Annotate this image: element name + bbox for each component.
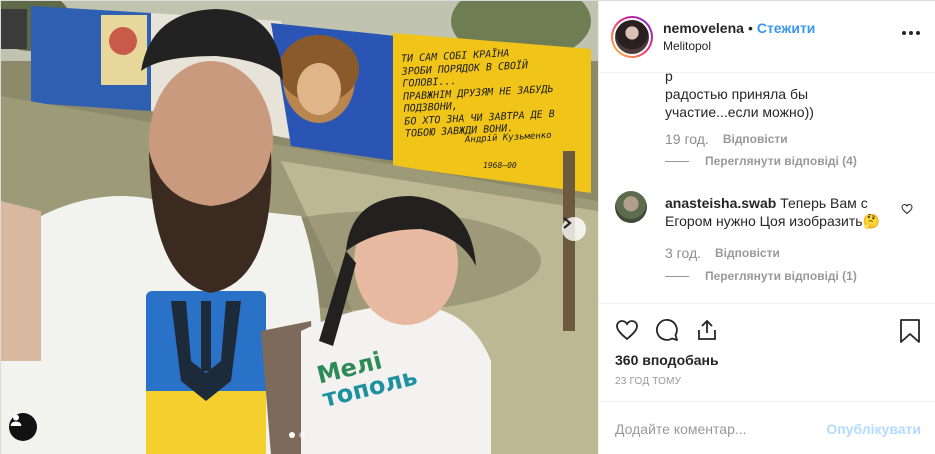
tagged-users-button[interactable] — [9, 413, 37, 441]
comment-text: р радостью приняла бы участие...если мож… — [665, 73, 814, 121]
reply-button[interactable]: Відповісти — [715, 246, 780, 260]
mural-years: 1968—00 — [483, 161, 517, 170]
author-username[interactable]: nemovelena — [663, 20, 744, 36]
separator-dot: • — [747, 20, 753, 36]
comment-meta: 19 год. Відповісти — [665, 131, 788, 147]
mural-quote: ТИ САМ СОБІ КРАЇНА ЗРОБИ ПОРЯДОК В СВОЇЙ… — [400, 48, 555, 140]
like-icon[interactable] — [615, 318, 639, 342]
comment-form: Опублікувати — [599, 401, 935, 454]
commenter-avatar[interactable] — [615, 191, 647, 223]
comment-cut-line: р — [665, 73, 673, 84]
post-dialog: ТИ САМ СОБІ КРАЇНА ЗРОБИ ПОРЯДОК В СВОЇЙ… — [0, 0, 935, 454]
view-replies-label: Переглянути відповіді (4) — [705, 154, 857, 168]
next-slide-button[interactable] — [562, 217, 586, 241]
post-side-panel: nemovelena • Стежити Melitopol р радость… — [598, 1, 935, 454]
publish-button[interactable]: Опублікувати — [826, 421, 921, 437]
comment-text-line: радостью приняла бы — [665, 86, 809, 102]
view-replies-label: Переглянути відповіді (1) — [705, 269, 857, 283]
bookmark-icon[interactable] — [899, 318, 921, 347]
likes-count[interactable]: 360 вподобань — [615, 352, 719, 368]
commenter-username[interactable]: anasteisha.swab — [665, 195, 776, 211]
comment-meta: 3 год. Відповісти — [665, 245, 780, 261]
post-location[interactable]: Melitopol — [663, 39, 815, 53]
comment-input[interactable] — [615, 420, 827, 437]
follow-button[interactable]: Стежити — [757, 20, 816, 36]
view-replies-button[interactable]: Переглянути відповіді (4) — [665, 154, 857, 168]
like-comment-icon[interactable] — [901, 203, 913, 215]
avatar-image — [615, 19, 649, 54]
slide-dot — [299, 432, 305, 438]
comment-text-line: участие...если можно)) — [665, 104, 814, 120]
post-photo[interactable]: ТИ САМ СОБІ КРАЇНА ЗРОБИ ПОРЯДОК В СВОЇЙ… — [1, 1, 598, 454]
chevron-right-icon — [563, 217, 572, 229]
author-avatar[interactable] — [611, 15, 653, 58]
post-header: nemovelena • Стежити Melitopol — [599, 1, 935, 73]
reply-button[interactable]: Відповісти — [723, 132, 788, 146]
user-icon — [10, 414, 22, 426]
comments-list[interactable]: р радостью приняла бы участие...если мож… — [599, 73, 935, 303]
comment-text-line: Теперь Вам с — [780, 195, 868, 211]
comment-time: 19 год. — [665, 131, 709, 147]
comment-text-line: Егором нужно Цоя изобразить🤔 — [665, 213, 880, 229]
slide-indicator — [289, 432, 305, 438]
share-icon[interactable] — [695, 318, 719, 342]
post-timestamp: 23 ГОД ТОМУ — [615, 376, 682, 387]
comment-text: anasteisha.swab Теперь Вам с Егором нужн… — [665, 194, 895, 230]
post-actions: 360 вподобань 23 ГОД ТОМУ — [599, 303, 935, 387]
comment-time: 3 год. — [665, 245, 702, 261]
view-replies-button[interactable]: Переглянути відповіді (1) — [665, 269, 857, 283]
more-options-icon[interactable] — [902, 31, 920, 35]
comment-icon[interactable] — [655, 318, 679, 342]
slide-dot — [289, 432, 295, 438]
